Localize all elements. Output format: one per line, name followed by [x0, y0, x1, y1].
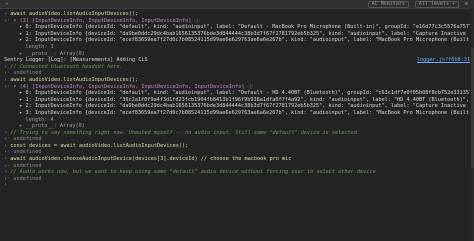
console-text: ▸ 1: InputDeviceInfo {deviceId: "da9be0d…	[19, 30, 470, 37]
console-line[interactable]: ▸ 3: InputDeviceInfo {deviceId: "ecef836…	[4, 110, 470, 117]
source-link[interactable]: logger.js?f6b8:31	[417, 57, 470, 64]
prompt-icon: ‹·	[4, 136, 14, 143]
console-text: ▸ 0: InputDeviceInfo {deviceId: "default…	[19, 90, 470, 97]
console-line[interactable]: ▸ 1: InputDeviceInfo {deviceId: "da9be0d…	[4, 31, 470, 38]
prompt-icon: ‹·	[4, 17, 14, 24]
console-text: await audioVideo.chooseAudioInputDevice(…	[10, 156, 292, 163]
console-text: length: 3	[13, 43, 54, 50]
context-selector[interactable]: AC Monitors	[367, 0, 409, 8]
console-line[interactable]: ▸ 1: InputDeviceInfo {deviceId: "36c2a1f…	[4, 97, 470, 104]
console-text: undefined	[13, 175, 42, 182]
console-text: await audioVideo.listAudioInputDevices()…	[10, 76, 139, 83]
console-line[interactable]: › // Trying to say something right now. …	[4, 130, 470, 137]
console-text: ▸ __proto__: Array(0)	[13, 123, 85, 130]
console-line[interactable]: ‹· ▾ (4) [InputDeviceInfo, InputDeviceIn…	[4, 84, 470, 91]
console-line[interactable]: › // Connected bluetooth headset here.	[4, 64, 470, 71]
console-line[interactable]: ‹· undefined	[4, 163, 470, 170]
gear-icon[interactable]: ⚙	[465, 1, 468, 8]
console-text: undefined	[13, 136, 42, 143]
console-text: length: 4	[13, 116, 54, 123]
console-text: // Audio works now, but we want to keep …	[10, 169, 376, 176]
prompt-icon: ›	[4, 182, 11, 189]
console-line[interactable]: ‹· undefined	[4, 136, 470, 143]
console-text: Sentry Logger [Log]: [Measurements] Addi…	[4, 57, 148, 64]
console-text: undefined	[13, 162, 42, 169]
devtools-toolbar: ▸ AC Monitors All levels ▾ ⚙	[0, 0, 474, 9]
console-line[interactable]: ▸ __proto__: Array(0)	[4, 51, 470, 58]
console-line[interactable]: ‹· undefined	[4, 176, 470, 183]
prompt-icon: ‹·	[4, 83, 14, 90]
console-text: undefined	[13, 149, 42, 156]
console-text: undefined	[13, 70, 42, 77]
console-line[interactable]: ‹· undefined	[4, 70, 470, 77]
console-line[interactable]: › await audioVideo.chooseAudioInputDevic…	[4, 156, 470, 163]
console-line[interactable]: length: 4	[4, 117, 470, 124]
console-text: await audioVideo.listAudioInputDevices()…	[10, 11, 139, 17]
prompt-icon: ‹·	[4, 175, 14, 182]
console-line[interactable]: ▸ 2: InputDeviceInfo {deviceId: "ecef836…	[4, 37, 470, 44]
console-line[interactable]: logger.js?f6b8:31 Sentry Logger [Log]: [M…	[4, 57, 470, 64]
prompt-icon: ‹·	[4, 149, 14, 156]
console-text: ▸ __proto__: Array(0)	[13, 50, 85, 57]
console-line[interactable]: ▸ 2: InputDeviceInfo {deviceId: "da9be0d…	[4, 103, 470, 110]
console-line[interactable]: ▸ __proto__: Array(0)	[4, 123, 470, 130]
console-text: ▸ 1: InputDeviceInfo {deviceId: "36c2a1f…	[19, 96, 469, 103]
console-line[interactable]: ›	[4, 182, 470, 189]
console-text: ▸ 3: InputDeviceInfo {deviceId: "ecef836…	[13, 109, 470, 116]
console-line[interactable]: ‹· undefined	[4, 149, 470, 156]
console-text: ▸ 0: InputDeviceInfo {deviceId: "default…	[19, 24, 470, 31]
console-text: // Trying to say something right now. Un…	[10, 129, 361, 136]
prompt-icon: ‹·	[4, 162, 14, 169]
console-text: const devices = await audioVideo.listAud…	[10, 142, 189, 149]
console-text: // Connected bluetooth headset here.	[10, 63, 123, 70]
play-icon[interactable]: ▸	[6, 1, 9, 8]
console-line[interactable]: › await audioVideo.listAudioInputDevices…	[4, 11, 470, 18]
prompt-icon: ‹·	[4, 70, 14, 77]
console-text: ▸ 2: InputDeviceInfo {deviceId: "da9be0d…	[19, 103, 470, 110]
console-line[interactable]: length: 3	[4, 44, 470, 51]
log-level-select[interactable]: All levels ▾	[414, 0, 459, 8]
console-line[interactable]: › await audioVideo.listAudioInputDevices…	[4, 77, 470, 84]
console-line[interactable]: ‹· ▾ (3) [InputDeviceInfo, InputDeviceIn…	[4, 18, 470, 25]
console-text: ▾ (3) [InputDeviceInfo, InputDeviceInfo,…	[13, 17, 200, 24]
console-line[interactable]: › const devices = await audioVideo.listA…	[4, 143, 470, 150]
console-output[interactable]: › await audioVideo.listAudioInputDevices…	[0, 9, 474, 189]
console-text: ▾ (4) [InputDeviceInfo, InputDeviceInfo,…	[13, 83, 253, 90]
console-line[interactable]: ▸ 0: InputDeviceInfo {deviceId: "default…	[4, 24, 470, 31]
console-line[interactable]: › // Audio works now, but we want to kee…	[4, 169, 470, 176]
console-text: ▸ 2: InputDeviceInfo {deviceId: "ecef836…	[13, 37, 470, 44]
console-line[interactable]: ▸ 0: InputDeviceInfo {deviceId: "default…	[4, 90, 470, 97]
